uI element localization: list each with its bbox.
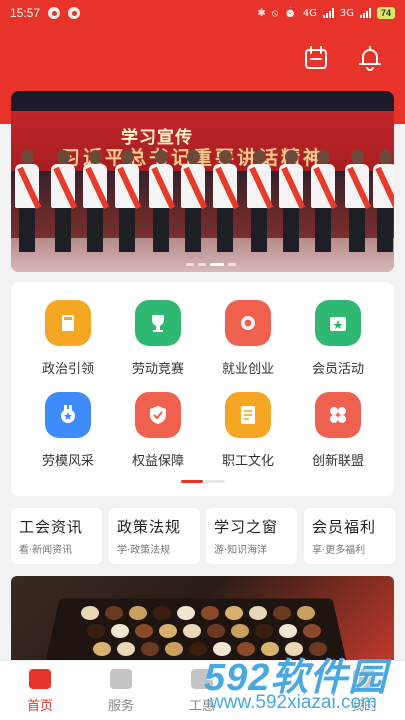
feature-grid: 政治引领 劳动竞赛 就业创业 会员活动劳模风采 权益保障 职工文化 创新联盟	[11, 282, 394, 496]
book-icon	[45, 300, 91, 346]
person-figure	[247, 150, 274, 254]
grid-item-label: 就业创业	[221, 362, 274, 377]
chocolate-piece	[135, 624, 153, 638]
tab-2[interactable]: 服务	[81, 669, 161, 714]
grid-item-label: 劳模风采	[41, 454, 94, 469]
grid-item-8[interactable]: 创新联盟	[293, 392, 383, 469]
search-icon	[225, 300, 271, 346]
quick-link-subtitle: 游·知识海洋	[214, 545, 268, 556]
person-figure	[149, 150, 176, 254]
grid-item-7[interactable]: 职工文化	[203, 392, 293, 469]
chocolate-piece	[225, 606, 243, 620]
person-figure	[213, 150, 240, 254]
tab-label: 服务	[107, 699, 134, 714]
banner-pager	[186, 263, 236, 266]
calendar-star-icon	[315, 300, 361, 346]
trophy-icon	[135, 300, 181, 346]
grid-item-label: 劳动竞赛	[131, 362, 184, 377]
tab-label: 首页	[26, 699, 53, 714]
chocolate-piece	[207, 624, 225, 638]
grid-item-6[interactable]: 权益保障	[113, 392, 203, 469]
person-figure	[115, 150, 142, 254]
chocolate-piece	[159, 624, 177, 638]
medal-icon	[45, 392, 91, 438]
signal-label-1: 4G	[302, 7, 317, 19]
service-icon	[110, 669, 132, 689]
chocolate-piece	[297, 606, 315, 620]
chocolate-piece	[273, 606, 291, 620]
grid-item-label: 职工文化	[221, 454, 274, 469]
quick-link-title: 政策法规	[117, 518, 182, 536]
grid-item-label: 政治引领	[41, 362, 94, 377]
status-bar: 15:57 ✱ ⦸ ⏰ 4G 3G 74	[0, 0, 405, 26]
signal-icon	[359, 8, 371, 18]
alarm-icon: ⏰	[284, 7, 297, 19]
status-time: 15:57	[10, 6, 41, 20]
grid-item-5[interactable]: 劳模风采	[23, 392, 113, 469]
signal-label-2: 3G	[339, 7, 354, 19]
home-icon	[29, 669, 51, 689]
bluetooth-icon: ✱	[257, 7, 266, 19]
chocolate-piece	[141, 642, 159, 656]
person-figure	[15, 150, 42, 254]
chocolate-piece	[279, 624, 297, 638]
tab-1[interactable]: 首页	[0, 669, 80, 714]
quick-link-subtitle: 享·更多福利	[312, 545, 366, 556]
person-figure	[51, 150, 78, 254]
person-figure	[373, 150, 394, 254]
banner-carousel[interactable]: 学习宣传 习近平总书记重要讲话精神	[11, 91, 394, 272]
grid-item-label: 权益保障	[131, 454, 184, 469]
chocolate-piece	[165, 642, 183, 656]
notification-icon	[68, 7, 81, 19]
calendar-icon[interactable]	[302, 44, 330, 72]
quick-link-4[interactable]: 会员福利享·更多福利	[304, 508, 395, 564]
battery-indicator: 74	[376, 7, 395, 19]
document-icon	[225, 392, 271, 438]
watermark: 592软件园 www.592xiazai.com	[200, 646, 405, 720]
quick-link-title: 会员福利	[312, 518, 377, 536]
grid-item-label: 创新联盟	[311, 454, 364, 469]
chocolate-piece	[201, 606, 219, 620]
chocolate-piece	[153, 606, 171, 620]
grid-item-label: 会员活动	[311, 362, 364, 377]
person-figure	[279, 150, 306, 254]
quick-link-subtitle: 学·政策法规	[117, 545, 171, 556]
grid-item-4[interactable]: 会员活动	[293, 300, 383, 377]
quick-link-2[interactable]: 政策法规学·政策法规	[109, 508, 200, 564]
chocolate-piece	[183, 624, 201, 638]
quick-link-1[interactable]: 工会资讯看·新闻资讯	[11, 508, 102, 564]
signal-icon	[322, 8, 334, 18]
watermark-url: www.592xiazai.com	[210, 692, 377, 713]
chocolate-piece	[93, 642, 111, 656]
bell-icon[interactable]	[356, 44, 384, 72]
chocolate-piece	[111, 624, 129, 638]
chocolate-piece	[105, 606, 123, 620]
chocolate-piece	[177, 606, 195, 620]
chocolate-piece	[117, 642, 135, 656]
notification-icon	[48, 7, 61, 19]
vibrate-icon: ⦸	[271, 7, 279, 19]
quick-link-title: 学习之窗	[214, 518, 279, 536]
chocolate-piece	[81, 606, 99, 620]
grid-item-1[interactable]: 政治引领	[23, 300, 113, 377]
chocolate-piece	[87, 624, 105, 638]
quick-link-title: 工会资讯	[19, 518, 84, 536]
four-petal-icon	[315, 392, 361, 438]
chocolate-piece	[303, 624, 321, 638]
chocolate-piece	[255, 624, 273, 638]
grid-item-2[interactable]: 劳动竞赛	[113, 300, 203, 377]
person-figure	[311, 150, 338, 254]
quick-link-subtitle: 看·新闻资讯	[19, 545, 73, 556]
quick-link-3[interactable]: 学习之窗游·知识海洋	[206, 508, 297, 564]
shield-check-icon	[135, 392, 181, 438]
grid-page-indicator	[181, 480, 225, 483]
chocolate-piece	[129, 606, 147, 620]
person-figure	[345, 150, 372, 254]
chocolate-piece	[231, 624, 249, 638]
chocolate-piece	[249, 606, 267, 620]
grid-item-3[interactable]: 就业创业	[203, 300, 293, 377]
person-figure	[181, 150, 208, 254]
person-figure	[83, 150, 110, 254]
